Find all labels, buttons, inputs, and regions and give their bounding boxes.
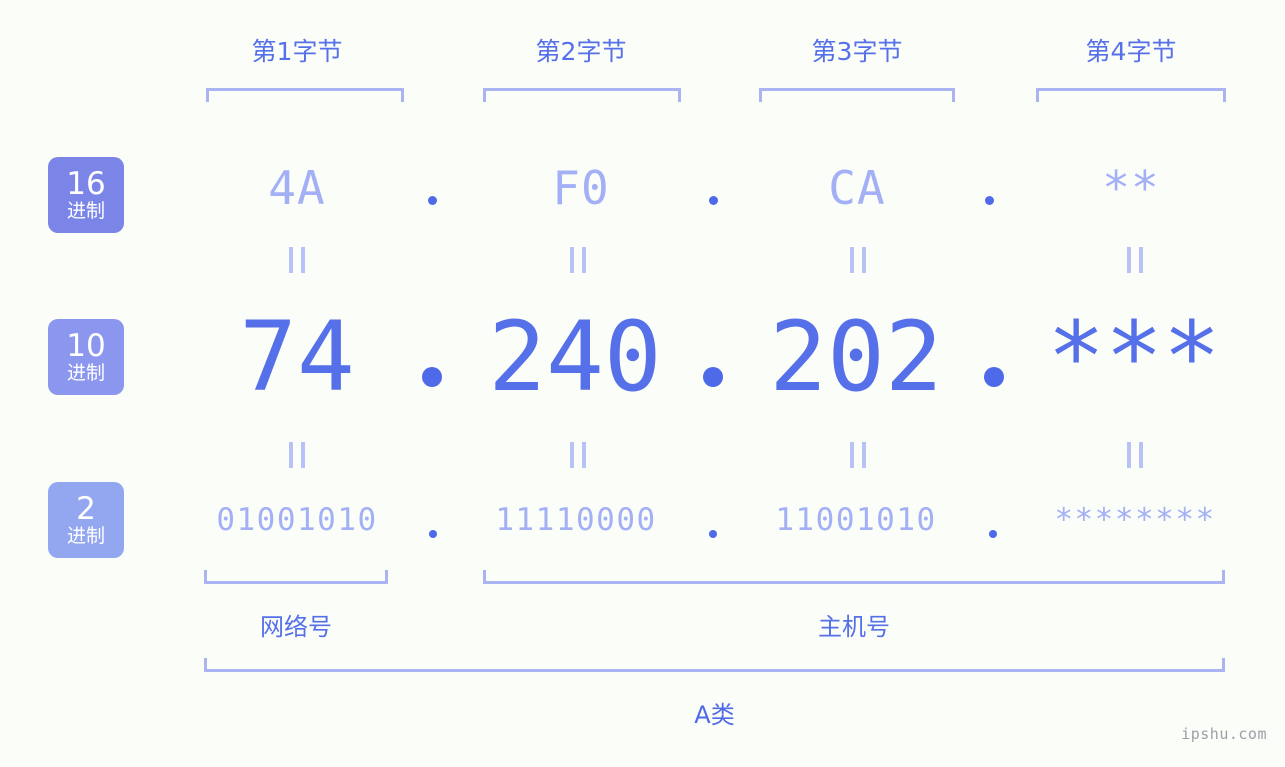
decimal-separator-dot-1 — [422, 367, 442, 387]
radix-badge-binary-number: 2 — [76, 491, 96, 527]
hex-byte-1: 4A — [268, 161, 326, 215]
radix-badge-decimal-unit: 进制 — [66, 362, 105, 384]
radix-badge-binary-unit: 进制 — [66, 525, 105, 547]
hex-separator-dot-1 — [428, 196, 437, 205]
byte-bracket-2 — [483, 88, 681, 102]
decimal-byte-2: 240 — [488, 301, 662, 413]
decimal-byte-1: 74 — [239, 301, 355, 413]
binary-byte-3: 11001010 — [775, 502, 937, 538]
ip-byte-breakdown-diagram: 第1字节 第2字节 第3字节 第4字节 16 进制 10 进制 2 进制 4A … — [0, 0, 1285, 767]
byte-bracket-1 — [206, 88, 404, 102]
binary-separator-dot-1 — [429, 530, 437, 538]
equals-mark-hex-dec-2 — [570, 247, 586, 273]
equals-mark-hex-dec-3 — [850, 247, 866, 273]
host-segment-bracket — [483, 570, 1225, 584]
network-segment-bracket — [204, 570, 388, 584]
binary-byte-1: 01001010 — [216, 502, 378, 538]
binary-separator-dot-2 — [709, 530, 717, 538]
decimal-byte-3: 202 — [769, 301, 943, 413]
equals-mark-dec-bin-3 — [850, 442, 866, 468]
decimal-separator-dot-2 — [703, 367, 723, 387]
binary-separator-dot-3 — [989, 530, 997, 538]
hex-byte-2: F0 — [552, 161, 610, 215]
radix-badge-hex-number: 16 — [66, 166, 106, 202]
radix-badge-decimal: 10 进制 — [48, 319, 124, 395]
radix-badge-hex: 16 进制 — [48, 157, 124, 233]
equals-mark-dec-bin-2 — [570, 442, 586, 468]
network-segment-label: 网络号 — [260, 613, 332, 641]
class-label: A类 — [694, 701, 735, 729]
binary-byte-4-masked: ******** — [1054, 502, 1216, 538]
equals-mark-hex-dec-1 — [289, 247, 305, 273]
hex-byte-3: CA — [828, 161, 886, 215]
radix-badge-decimal-number: 10 — [66, 328, 106, 364]
class-bracket — [204, 658, 1225, 672]
equals-mark-dec-bin-1 — [289, 442, 305, 468]
byte-header-label-1: 第1字节 — [251, 37, 343, 66]
byte-bracket-3 — [759, 88, 955, 102]
byte-header-label-3: 第3字节 — [811, 37, 903, 66]
byte-header-label-4: 第4字节 — [1085, 37, 1177, 66]
watermark: ipshu.com — [1181, 725, 1267, 743]
equals-mark-dec-bin-4 — [1127, 442, 1143, 468]
byte-header-label-2: 第2字节 — [535, 37, 627, 66]
decimal-byte-4-masked: *** — [1047, 301, 1221, 413]
hex-separator-dot-2 — [709, 196, 718, 205]
radix-badge-hex-unit: 进制 — [66, 200, 105, 222]
hex-byte-4-masked: ** — [1102, 161, 1160, 215]
radix-badge-binary: 2 进制 — [48, 482, 124, 558]
byte-bracket-4 — [1036, 88, 1226, 102]
host-segment-label: 主机号 — [818, 613, 890, 641]
decimal-separator-dot-3 — [984, 367, 1004, 387]
binary-byte-2: 11110000 — [495, 502, 657, 538]
equals-mark-hex-dec-4 — [1127, 247, 1143, 273]
hex-separator-dot-3 — [985, 196, 994, 205]
